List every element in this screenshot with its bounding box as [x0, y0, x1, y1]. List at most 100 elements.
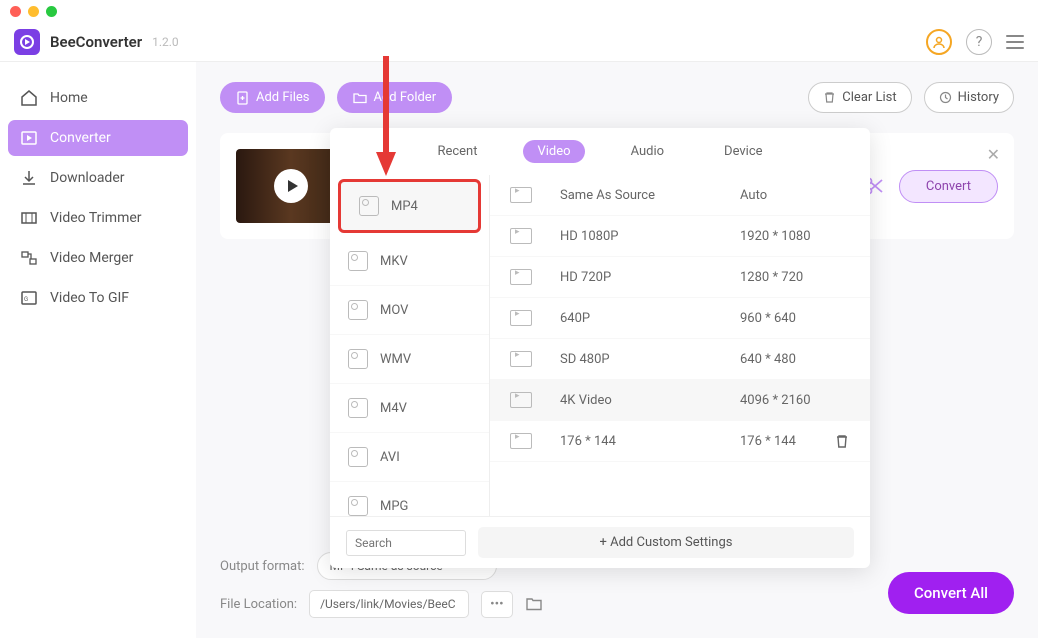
format-label: MPG: [380, 499, 408, 514]
convert-button[interactable]: Convert: [899, 170, 998, 203]
search-input[interactable]: [346, 530, 466, 556]
resolution-item[interactable]: 640P960 * 640: [490, 298, 870, 339]
resolution-size: 176 * 144: [740, 434, 796, 449]
format-label: M4V: [380, 401, 407, 416]
file-location-label: File Location:: [220, 597, 297, 612]
format-item-mpg[interactable]: MPG: [330, 482, 489, 516]
format-item-mkv[interactable]: MKV: [330, 237, 489, 286]
sidebar-item-label: Downloader: [50, 170, 125, 186]
popup-footer: + Add Custom Settings: [330, 516, 870, 568]
tab-device[interactable]: Device: [710, 140, 777, 163]
file-icon: [348, 447, 368, 467]
button-label: Add Folder: [373, 90, 436, 105]
close-window-icon[interactable]: [10, 6, 21, 17]
format-label: MKV: [380, 254, 408, 269]
resolution-size: Auto: [740, 188, 767, 203]
file-icon: [348, 251, 368, 271]
sidebar-item-home[interactable]: Home: [8, 80, 188, 116]
file-icon: [348, 398, 368, 418]
output-format-label: Output format:: [220, 559, 305, 574]
resolution-size: 4096 * 2160: [740, 393, 811, 408]
toolbar: Add Files Add Folder Clear List History: [220, 82, 1014, 113]
window-controls[interactable]: [0, 0, 1038, 23]
format-label: WMV: [380, 352, 411, 367]
add-files-button[interactable]: Add Files: [220, 82, 325, 113]
file-icon: [348, 496, 368, 516]
resolution-size: 960 * 640: [740, 311, 796, 326]
play-icon[interactable]: [274, 169, 308, 203]
clear-list-button[interactable]: Clear List: [808, 82, 911, 113]
sidebar-item-label: Video Merger: [50, 250, 133, 266]
sidebar-item-downloader[interactable]: Downloader: [8, 160, 188, 196]
sidebar-item-label: Converter: [50, 130, 111, 146]
tab-video[interactable]: Video: [523, 140, 584, 163]
delete-icon[interactable]: [834, 433, 850, 449]
minimize-window-icon[interactable]: [28, 6, 39, 17]
resolution-item[interactable]: HD 1080P1920 * 1080: [490, 216, 870, 257]
button-label: Convert All: [914, 584, 988, 602]
sidebar-item-trimmer[interactable]: Video Trimmer: [8, 200, 188, 236]
resolution-list[interactable]: Same As SourceAuto HD 1080P1920 * 1080 H…: [490, 175, 870, 516]
video-icon: [510, 228, 532, 244]
help-icon[interactable]: ?: [966, 29, 992, 55]
format-item-avi[interactable]: AVI: [330, 433, 489, 482]
history-icon: [939, 91, 952, 104]
sidebar-item-converter[interactable]: Converter: [8, 120, 188, 156]
sidebar-item-gif[interactable]: G Video To GIF: [8, 280, 188, 316]
resolution-item[interactable]: Same As SourceAuto: [490, 175, 870, 216]
resolution-size: 1280 * 720: [740, 270, 803, 285]
format-item-mp4[interactable]: MP4: [338, 179, 481, 233]
video-icon: [510, 310, 532, 326]
sidebar-item-label: Home: [50, 90, 88, 106]
svg-text:G: G: [24, 296, 28, 303]
button-label: Add Files: [256, 90, 309, 105]
app-logo-icon: [14, 29, 40, 55]
format-popup: Recent Video Audio Device MP4 MKV MOV WM…: [330, 128, 870, 568]
video-icon: [510, 433, 532, 449]
app-version: 1.2.0: [152, 35, 179, 49]
resolution-item[interactable]: 4K Video4096 * 2160: [490, 380, 870, 421]
add-folder-icon: [353, 91, 367, 105]
video-icon: [510, 187, 532, 203]
add-custom-button[interactable]: + Add Custom Settings: [478, 527, 854, 558]
topbar: BeeConverter 1.2.0 ?: [0, 23, 1038, 62]
resolution-item[interactable]: SD 480P640 * 480: [490, 339, 870, 380]
resolution-name: 176 * 144: [560, 434, 740, 449]
button-label: Convert: [926, 179, 971, 194]
format-list[interactable]: MP4 MKV MOV WMV M4V AVI MPG: [330, 175, 490, 516]
resolution-name: 4K Video: [560, 393, 740, 408]
close-icon[interactable]: ✕: [987, 145, 1000, 164]
download-icon: [20, 169, 38, 187]
resolution-item[interactable]: HD 720P1280 * 720: [490, 257, 870, 298]
trash-icon: [823, 91, 836, 104]
file-location-path: /Users/link/Movies/BeeC: [309, 590, 469, 618]
resolution-item[interactable]: 176 * 144176 * 144: [490, 421, 870, 462]
file-icon: [348, 300, 368, 320]
format-label: MP4: [391, 199, 418, 214]
browse-button[interactable]: •••: [481, 591, 513, 618]
gif-icon: G: [20, 289, 38, 307]
file-icon: [348, 349, 368, 369]
maximize-window-icon[interactable]: [46, 6, 57, 17]
format-item-m4v[interactable]: M4V: [330, 384, 489, 433]
add-folder-button[interactable]: Add Folder: [337, 82, 452, 113]
sidebar-item-merger[interactable]: Video Merger: [8, 240, 188, 276]
trimmer-icon: [20, 209, 38, 227]
format-item-mov[interactable]: MOV: [330, 286, 489, 335]
sidebar: Home Converter Downloader Video Trimmer …: [0, 62, 196, 630]
resolution-name: Same As Source: [560, 188, 740, 203]
format-item-wmv[interactable]: WMV: [330, 335, 489, 384]
add-file-icon: [236, 91, 250, 105]
resolution-name: 640P: [560, 311, 740, 326]
button-label: Clear List: [842, 90, 896, 105]
tab-recent[interactable]: Recent: [423, 140, 491, 163]
format-label: MOV: [380, 303, 408, 318]
video-icon: [510, 392, 532, 408]
history-button[interactable]: History: [924, 82, 1014, 113]
resolution-name: SD 480P: [560, 352, 740, 367]
menu-icon[interactable]: [1006, 35, 1024, 49]
convert-all-button[interactable]: Convert All: [888, 572, 1014, 614]
user-account-icon[interactable]: [926, 29, 952, 55]
tab-audio[interactable]: Audio: [617, 140, 678, 163]
open-folder-icon[interactable]: [525, 595, 543, 613]
